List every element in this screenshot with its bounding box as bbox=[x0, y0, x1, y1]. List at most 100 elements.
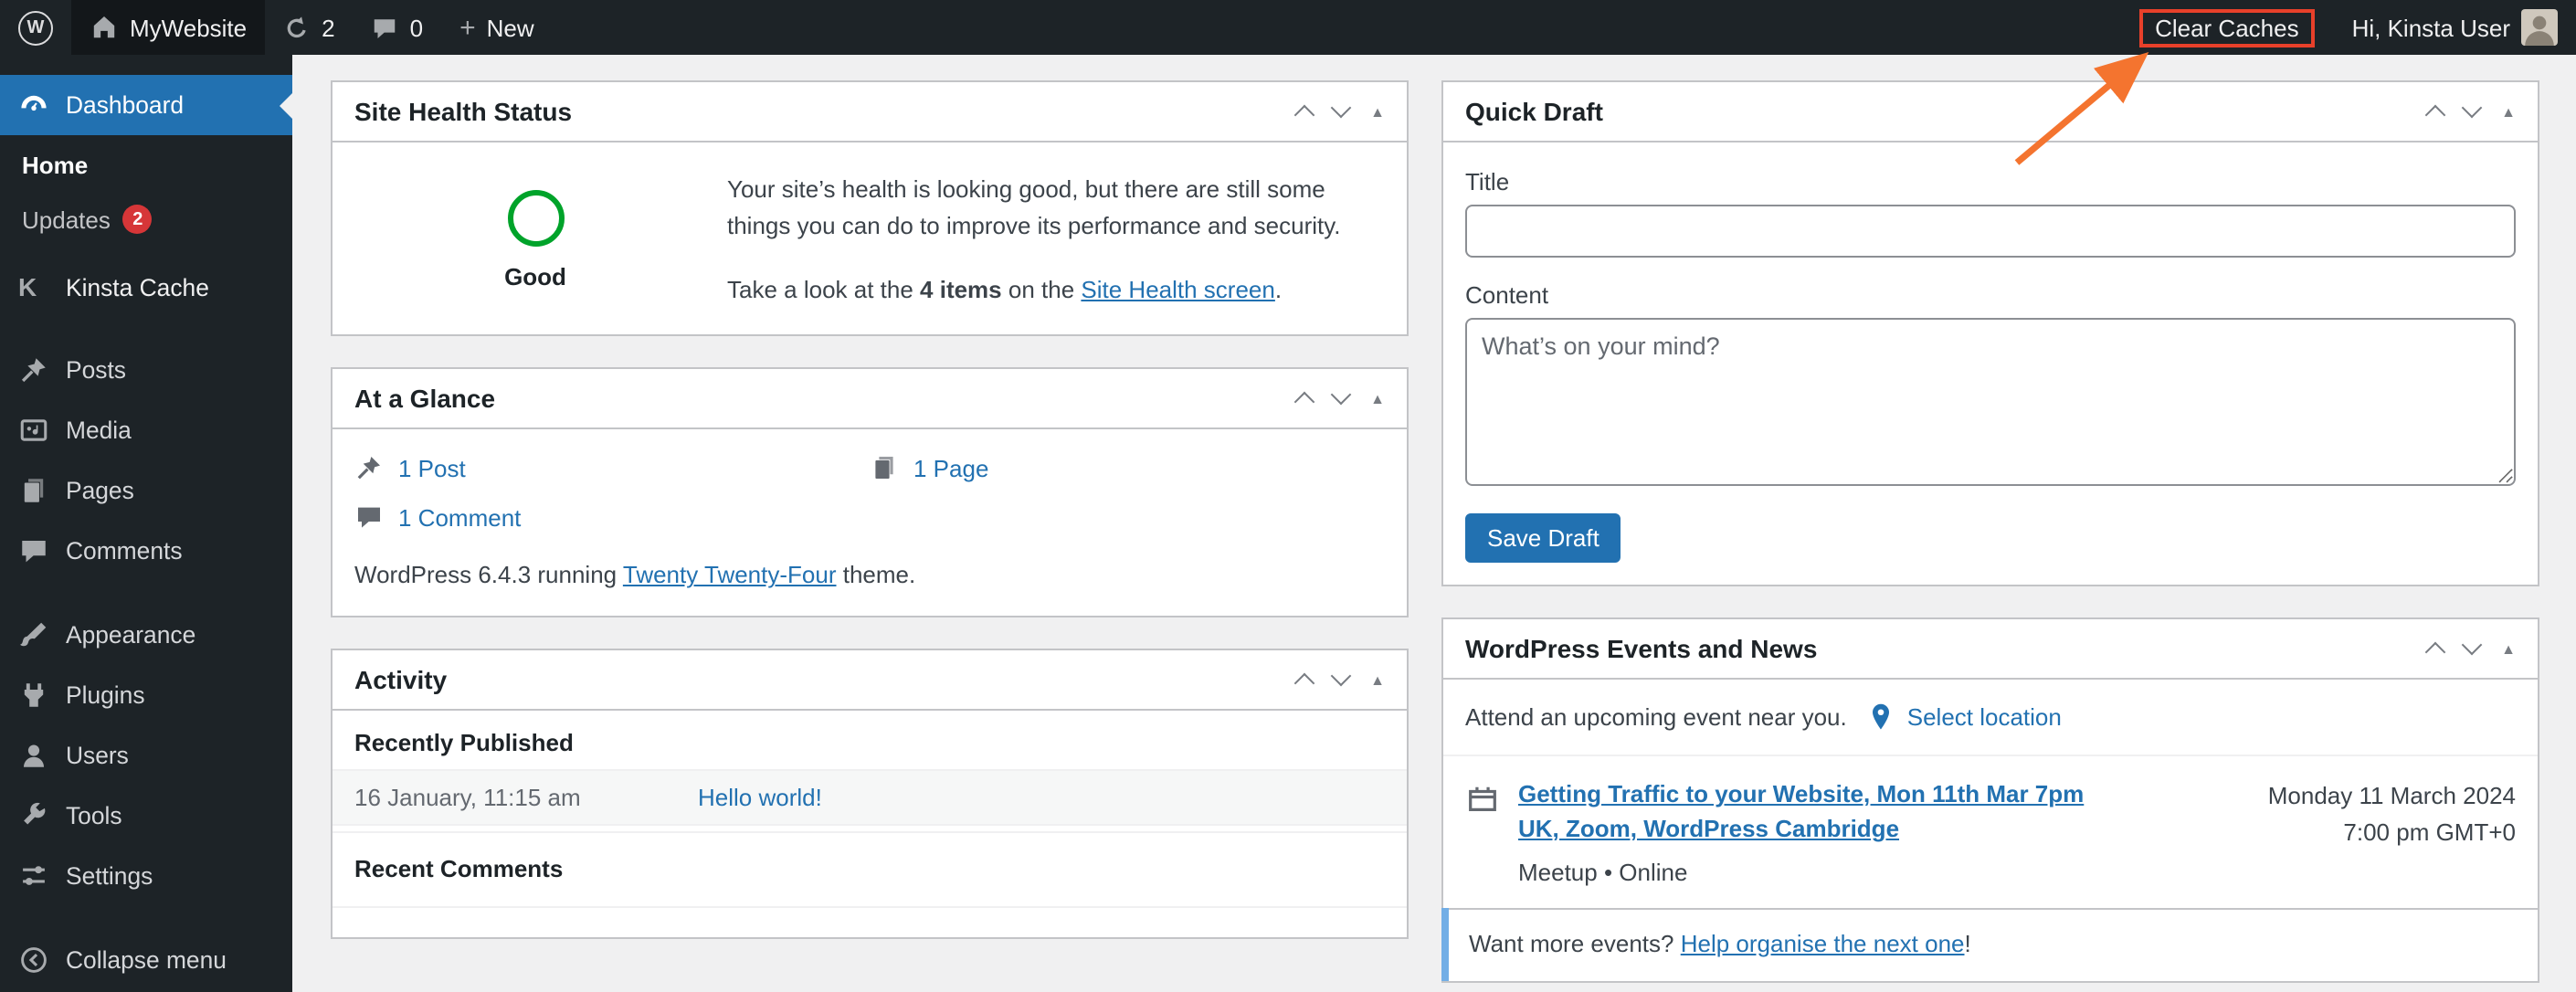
updates-refresh-icon bbox=[283, 14, 311, 41]
sidebar-item-pages[interactable]: Pages bbox=[0, 460, 292, 521]
sidebar-item-media[interactable]: Media bbox=[0, 400, 292, 460]
sidebar-item-label: Settings bbox=[66, 862, 153, 890]
sidebar-item-updates[interactable]: Updates 2 bbox=[0, 192, 292, 247]
brush-icon bbox=[18, 619, 49, 650]
clear-caches-button[interactable]: Clear Caches bbox=[2155, 14, 2299, 41]
updates-badge: 2 bbox=[122, 205, 153, 234]
move-down-button[interactable] bbox=[1330, 666, 1352, 688]
footer-text: ! bbox=[1964, 929, 1971, 957]
sidebar-item-appearance[interactable]: Appearance bbox=[0, 605, 292, 665]
page-icon bbox=[870, 454, 899, 483]
new-label: New bbox=[486, 14, 534, 41]
sidebar-item-tools[interactable]: Tools bbox=[0, 786, 292, 846]
theme-link[interactable]: Twenty Twenty-Four bbox=[623, 562, 837, 589]
recent-comments-heading: Recent Comments bbox=[333, 831, 1407, 896]
comments-icon bbox=[18, 535, 49, 566]
pages-icon bbox=[18, 475, 49, 506]
dashboard-content: Site Health Status Good Y bbox=[292, 55, 2576, 992]
save-draft-button[interactable]: Save Draft bbox=[1465, 513, 1621, 563]
move-down-button[interactable] bbox=[2461, 634, 2483, 656]
admin-bar: W MyWebsite 2 0 New Clear Caches bbox=[0, 0, 2576, 55]
my-account-menu[interactable]: Hi, Kinsta User bbox=[2334, 0, 2576, 55]
new-content-menu[interactable]: New bbox=[441, 0, 553, 55]
comment-bubble-icon bbox=[372, 14, 399, 41]
user-avatar bbox=[2521, 9, 2558, 46]
wp-logo-menu[interactable]: W bbox=[0, 0, 71, 55]
posts-count-link[interactable]: 1 Post bbox=[398, 455, 466, 482]
site-name-menu[interactable]: MyWebsite bbox=[71, 0, 266, 55]
move-down-button[interactable] bbox=[1330, 385, 1352, 406]
toggle-panel-button[interactable] bbox=[1370, 672, 1385, 689]
updates-count: 2 bbox=[322, 14, 335, 41]
event-item: Getting Traffic to your Website, Mon 11t… bbox=[1443, 755, 2538, 907]
events-news-body: Attend an upcoming event near you. Selec… bbox=[1441, 680, 2538, 981]
sidebar-item-comments[interactable]: Comments bbox=[0, 521, 292, 581]
comments-menu[interactable]: 0 bbox=[354, 0, 441, 55]
cta-text: . bbox=[1274, 276, 1283, 304]
site-health-indicator: Good bbox=[343, 172, 727, 310]
health-cta: Take a look at the 4 items on the Site H… bbox=[727, 273, 1370, 310]
help-organise-link[interactable]: Help organise the next one bbox=[1681, 929, 1965, 956]
plus-icon bbox=[459, 14, 476, 41]
sidebar-item-label: Pages bbox=[66, 477, 134, 504]
move-down-button[interactable] bbox=[1330, 97, 1352, 119]
sidebar-item-label: Comments bbox=[66, 537, 183, 565]
comments-count-link[interactable]: 1 Comment bbox=[398, 504, 521, 532]
toggle-panel-button[interactable] bbox=[1370, 103, 1385, 120]
sidebar-item-plugins[interactable]: Plugins bbox=[0, 665, 292, 725]
move-up-button[interactable] bbox=[1293, 104, 1315, 126]
sidebar-item-label: Kinsta Cache bbox=[66, 273, 209, 301]
sidebar-item-settings[interactable]: Settings bbox=[0, 846, 292, 906]
move-up-button[interactable] bbox=[1293, 673, 1315, 695]
home-icon bbox=[90, 13, 119, 42]
sidebar-item-users[interactable]: Users bbox=[0, 725, 292, 786]
event-title-link[interactable]: Getting Traffic to your Website, Mon 11t… bbox=[1518, 778, 2125, 847]
sidebar-item-posts[interactable]: Posts bbox=[0, 340, 292, 400]
dashboard-column-left: Site Health Status Good Y bbox=[331, 80, 1409, 992]
glance-pages: 1 Page bbox=[870, 454, 1385, 483]
dashboard-submenu: Home Updates 2 bbox=[0, 135, 292, 258]
updates-menu[interactable]: 2 bbox=[265, 0, 353, 55]
sidebar-item-collapse-menu[interactable]: Collapse menu bbox=[0, 930, 292, 990]
greeting-label: Hi, Kinsta User bbox=[2351, 14, 2510, 41]
menu-separator bbox=[0, 906, 292, 930]
pages-count-link[interactable]: 1 Page bbox=[913, 455, 988, 482]
version-text: WordPress 6.4.3 running bbox=[354, 561, 623, 589]
footer-text: Want more events? bbox=[1469, 929, 1681, 957]
move-up-button[interactable] bbox=[2424, 641, 2446, 663]
move-up-button[interactable] bbox=[1293, 392, 1315, 414]
version-text: theme. bbox=[836, 561, 916, 589]
toggle-panel-button[interactable] bbox=[2501, 103, 2516, 120]
widget-title: Site Health Status bbox=[354, 97, 573, 126]
select-location-link[interactable]: Select location bbox=[1907, 703, 2062, 731]
wrench-icon bbox=[18, 800, 49, 831]
widget-title: At a Glance bbox=[354, 384, 496, 414]
sidebar-item-kinsta-cache[interactable]: K Kinsta Cache bbox=[0, 258, 292, 316]
sidebar-item-dashboard[interactable]: Dashboard bbox=[0, 75, 292, 135]
toggle-panel-button[interactable] bbox=[1370, 391, 1385, 407]
site-health-screen-link[interactable]: Site Health screen bbox=[1081, 277, 1274, 304]
comment-row bbox=[333, 906, 1407, 938]
content-label: Content bbox=[1465, 281, 1549, 309]
events-attend-row: Attend an upcoming event near you. Selec… bbox=[1443, 680, 2538, 755]
cta-text: on the bbox=[1001, 276, 1082, 304]
sidebar-item-home[interactable]: Home bbox=[0, 139, 292, 192]
draft-content-textarea[interactable] bbox=[1465, 318, 2516, 486]
move-up-button[interactable] bbox=[2424, 104, 2446, 126]
move-down-button[interactable] bbox=[2461, 97, 2483, 119]
widget-controls bbox=[1293, 385, 1385, 414]
widget-controls bbox=[2424, 634, 2516, 663]
published-post-row: 16 January, 11:15 am Hello world! bbox=[333, 769, 1407, 827]
site-health-text: Your site’s health is looking good, but … bbox=[727, 172, 1381, 310]
draft-title-input[interactable] bbox=[1465, 205, 2516, 258]
wordpress-admin-page: W MyWebsite 2 0 New Clear Caches bbox=[0, 0, 2576, 992]
at-a-glance-body: 1 Post 1 Page 1 Comment WordPress 6.4.3 … bbox=[333, 430, 1407, 617]
glance-posts: 1 Post bbox=[354, 454, 870, 483]
widget-controls bbox=[1293, 666, 1385, 695]
settings-sliders-icon bbox=[18, 860, 49, 892]
post-title-link[interactable]: Hello world! bbox=[698, 785, 822, 812]
toggle-panel-button[interactable] bbox=[2501, 640, 2516, 657]
admin-sidebar: Dashboard Home Updates 2 K Kinsta Cache … bbox=[0, 55, 292, 992]
glance-comments: 1 Comment bbox=[354, 503, 870, 533]
activity-widget: Activity Recently Published 16 January, … bbox=[331, 649, 1409, 940]
